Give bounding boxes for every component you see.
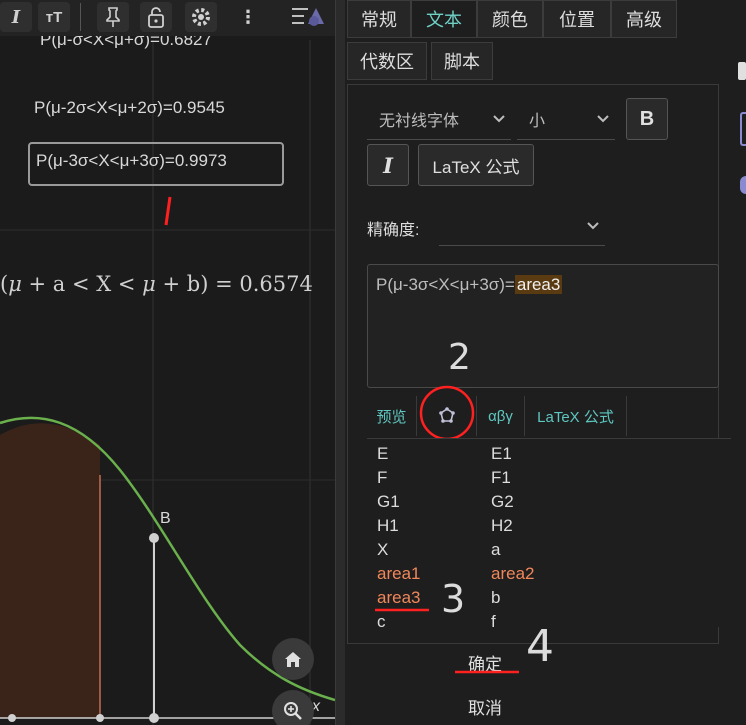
editor-dynamic-object[interactable]: area3 (514, 275, 563, 294)
list-item[interactable]: E1 (491, 444, 512, 464)
tab-algebra[interactable]: 代数区 (347, 42, 427, 80)
font-family-value: 无衬线字体 (379, 112, 460, 130)
list-item[interactable]: c (377, 612, 386, 627)
list-item[interactable]: E (377, 444, 388, 464)
list-item[interactable]: G1 (377, 492, 400, 512)
formula-mu1: μ (8, 272, 22, 296)
formula-text[interactable]: (μ + a < X < μ + b) = 0.6574 (0, 272, 313, 296)
font-size-value: 小 (529, 112, 546, 130)
bold-button[interactable]: B (626, 98, 668, 140)
objects-list[interactable]: E F G1 H1 X area1 area3 c E1 F1 G2 H2 a … (367, 438, 731, 627)
list-item[interactable]: b (491, 588, 500, 608)
annotation-circle (419, 385, 475, 441)
annotation-3: 3 (441, 577, 466, 621)
toolbar-separator (80, 3, 81, 31)
annotation-2: 2 (448, 337, 471, 378)
list-item-highlighted[interactable]: area1 (377, 564, 420, 584)
shaded-area (0, 423, 100, 718)
edge-icon-partial (740, 176, 746, 194)
list-item[interactable]: H2 (491, 516, 513, 536)
tab-preview[interactable]: 预览 (367, 396, 417, 436)
chevron-down-icon (597, 110, 609, 128)
tab-general[interactable]: 常规 (347, 0, 411, 38)
italic-icon[interactable]: I (0, 2, 32, 32)
point-b (149, 533, 159, 543)
list-item[interactable]: X (377, 540, 388, 560)
home-icon[interactable] (272, 638, 314, 680)
tab-advanced[interactable]: 高级 (611, 0, 677, 38)
editor-content: P(μ-3σ<X<μ+3σ)= area3 (376, 275, 563, 295)
tab-position[interactable]: 位置 (543, 0, 611, 38)
text-editor[interactable]: P(μ-3σ<X<μ+3σ)= area3 (367, 264, 719, 388)
point-left (8, 714, 16, 722)
list-item[interactable]: f (491, 612, 496, 627)
text-object-2[interactable]: P(μ-2σ<X<μ+2σ)=0.9545 (34, 98, 225, 118)
list-item-highlighted[interactable]: area2 (491, 564, 534, 584)
editor-static-text: P(μ-3σ<X<μ+3σ)= (376, 275, 515, 294)
graphics-view[interactable]: I тT ⋮ P(μ-σ<X<μ+σ)=0.6827 P(μ-2σ<X<μ+2σ… (0, 0, 335, 725)
chevron-down-icon (493, 110, 505, 128)
formula-part1: + a < X < (21, 272, 143, 296)
tab-color[interactable]: 颜色 (477, 0, 543, 38)
gear-icon[interactable] (185, 2, 217, 32)
annotation-underline-ok (455, 670, 519, 674)
precision-select[interactable] (439, 206, 605, 246)
style-bar-toggle-icon[interactable] (288, 2, 328, 32)
text-size-icon[interactable]: тT (38, 2, 70, 32)
point-mid (96, 714, 104, 722)
list-item[interactable]: F (377, 468, 387, 488)
properties-panel: 常规 文本 颜色 位置 高级 代数区 脚本 无衬线字体 小 B I LaTeX … (345, 0, 746, 725)
more-options-icon[interactable]: ⋮ (232, 2, 264, 32)
tab-greek-letters[interactable]: αβγ (477, 396, 525, 436)
tab-scripting[interactable]: 脚本 (431, 42, 493, 80)
precision-label: 精确度: (367, 222, 420, 239)
font-family-select[interactable]: 无衬线字体 (367, 98, 511, 140)
edge-icon-partial (738, 62, 746, 80)
zoom-icon[interactable] (272, 690, 314, 725)
text-object-3[interactable]: P(μ-3σ<X<μ+3σ)=0.9973 (36, 151, 227, 171)
formula-rest: + b) = 0.6574 (155, 272, 313, 296)
tab-text[interactable]: 文本 (411, 0, 477, 38)
pin-icon[interactable] (97, 2, 129, 32)
tab-latex[interactable]: LaTeX 公式 (525, 396, 627, 436)
annotation-1-stroke (164, 196, 172, 226)
annotation-underline (375, 608, 429, 612)
ok-button[interactable]: 确定 (385, 642, 585, 682)
edge-icon-partial (740, 112, 746, 146)
latex-toggle-button[interactable]: LaTeX 公式 (418, 144, 534, 186)
list-item[interactable]: G2 (491, 492, 514, 512)
graphics-style-bar: I тT ⋮ (0, 0, 335, 36)
lock-icon[interactable] (140, 2, 172, 32)
list-item[interactable]: H1 (377, 516, 399, 536)
cancel-button[interactable]: 取消 (385, 686, 585, 725)
formula-open: ( (0, 272, 9, 296)
list-item-highlighted[interactable]: area3 (377, 588, 420, 608)
point-foot (149, 713, 159, 723)
point-b-label: B (160, 510, 171, 527)
chevron-down-icon (587, 217, 599, 235)
list-item[interactable]: a (491, 540, 500, 560)
text-object-1[interactable]: P(μ-σ<X<μ+σ)=0.6827 (40, 36, 212, 50)
italic-button[interactable]: I (367, 144, 409, 186)
font-size-select[interactable]: 小 (517, 98, 615, 140)
list-item[interactable]: F1 (491, 468, 511, 488)
formula-mu2: μ (142, 272, 156, 296)
annotation-4: 4 (526, 621, 554, 672)
